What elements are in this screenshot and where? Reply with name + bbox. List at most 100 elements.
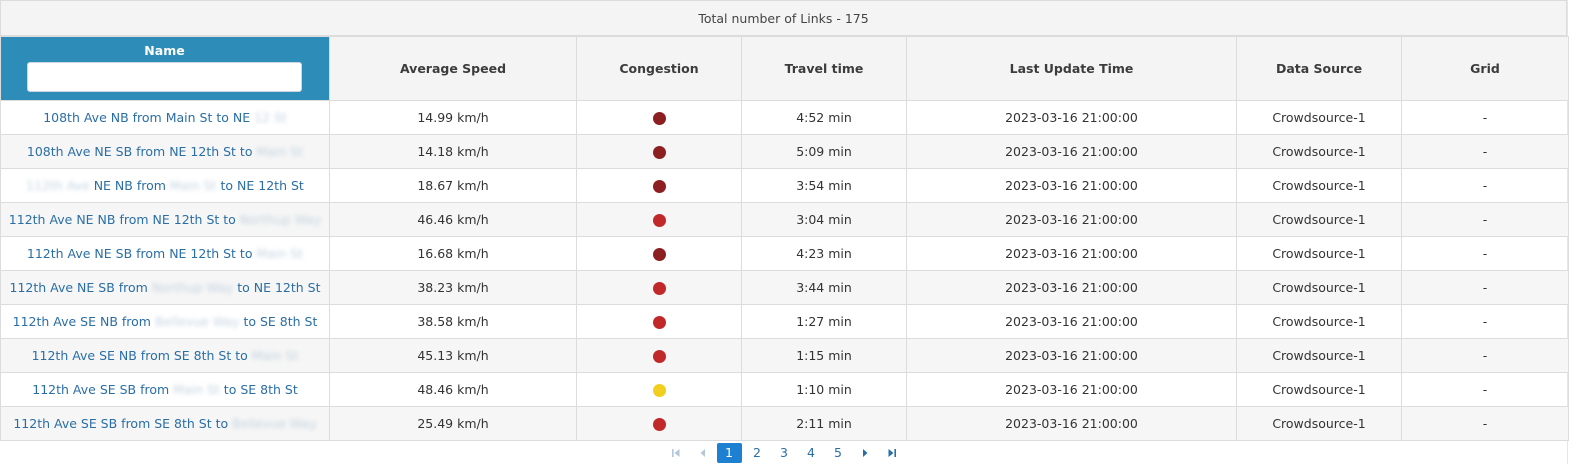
last-page-icon[interactable]	[879, 443, 906, 463]
last-update-time-cell: 2023-03-16 21:00:00	[906, 304, 1237, 339]
average-speed-cell: 16.68 km/h	[329, 236, 577, 271]
congestion-cell	[576, 100, 742, 135]
link-name-segment: 108th Ave NB from Main St to NE	[43, 110, 255, 125]
link-name-segment: 112th Ave NE NB from NE 12th St to	[8, 212, 240, 227]
data-source-cell: Crowdsource-1	[1236, 168, 1402, 203]
congestion-cell	[576, 202, 742, 237]
link-name-cell[interactable]: 112th Ave NE NB from Main St to NE 12th …	[0, 168, 330, 203]
data-source-cell: Crowdsource-1	[1236, 338, 1402, 373]
link-name-cell[interactable]: 112th Ave SE SB from SE 8th St to Bellev…	[0, 406, 330, 441]
link-name-cell[interactable]: 112th Ave SE NB from SE 8th St to Main S…	[0, 338, 330, 373]
page-numbers: 12345	[716, 442, 852, 463]
last-update-time-cell: 2023-03-16 21:00:00	[906, 338, 1237, 373]
average-speed-cell: 14.99 km/h	[329, 100, 577, 135]
table-row[interactable]: 112th Ave SE SB from SE 8th St to Bellev…	[0, 406, 1569, 441]
average-speed-cell: 38.58 km/h	[329, 304, 577, 339]
travel-time-cell: 4:23 min	[741, 236, 907, 271]
redacted-name-segment: Main St	[173, 382, 220, 397]
link-name-segment: 112th Ave SE SB from	[32, 382, 174, 397]
link-name-segment: to NE 12th St	[216, 178, 304, 193]
last-update-time-cell: 2023-03-16 21:00:00	[906, 406, 1237, 441]
table-row[interactable]: 112th Ave NE NB from NE 12th St to North…	[0, 202, 1569, 237]
table-row[interactable]: 112th Ave SE SB from Main St to SE 8th S…	[0, 372, 1569, 407]
redacted-name-segment: 12 St	[254, 110, 287, 125]
page-number-3[interactable]: 3	[771, 443, 798, 463]
travel-time-cell: 2:11 min	[741, 406, 907, 441]
links-panel: Total number of Links - 175 Name Average…	[0, 0, 1569, 464]
travel-time-cell: 5:09 min	[741, 134, 907, 169]
congestion-indicator-dot	[652, 350, 666, 363]
table-row[interactable]: 108th Ave NE SB from NE 12th St to Main …	[0, 134, 1569, 169]
grid-cell: -	[1401, 406, 1569, 441]
congestion-indicator-dot	[652, 248, 666, 261]
column-header-name[interactable]: Name	[0, 36, 330, 101]
table-row[interactable]: 108th Ave NB from Main St to NE 12 St 14.…	[0, 100, 1569, 135]
page-number-1[interactable]: 1	[716, 442, 742, 463]
redacted-name-segment: Bellevue Way	[232, 416, 317, 431]
average-speed-cell: 48.46 km/h	[329, 372, 577, 407]
congestion-indicator-dot	[652, 418, 666, 431]
grid-cell: -	[1401, 236, 1569, 271]
link-name-cell[interactable]: 112th Ave SE NB from Bellevue Way to SE …	[0, 304, 330, 339]
link-name-segment: 112th Ave SE NB from SE 8th St to	[31, 348, 252, 363]
travel-time-cell: 4:52 min	[741, 100, 907, 135]
redacted-name-segment: Main St	[256, 246, 304, 261]
grid-cell: -	[1401, 270, 1569, 305]
grid-cell: -	[1401, 100, 1569, 135]
total-links-summary: Total number of Links - 175	[0, 0, 1567, 36]
table-row[interactable]: 112th Ave NE SB from NE 12th St to Main …	[0, 236, 1569, 271]
congestion-cell	[576, 236, 742, 271]
links-table: Name Average Speed Congestion Travel tim…	[0, 36, 1569, 441]
redacted-name-segment: Main St	[256, 144, 304, 159]
column-header-average-speed[interactable]: Average Speed	[329, 36, 577, 101]
link-name-segment: to SE 8th St	[219, 382, 298, 397]
page-number-5[interactable]: 5	[825, 443, 852, 463]
travel-time-cell: 1:15 min	[741, 338, 907, 373]
data-source-cell: Crowdsource-1	[1236, 202, 1402, 237]
travel-time-cell: 1:10 min	[741, 372, 907, 407]
table-row[interactable]: 112th Ave NE SB from Northup Way to NE 1…	[0, 270, 1569, 305]
congestion-cell	[576, 372, 742, 407]
link-name-cell[interactable]: 112th Ave NE SB from NE 12th St to Main …	[0, 236, 330, 271]
average-speed-cell: 45.13 km/h	[329, 338, 577, 373]
grid-cell: -	[1401, 168, 1569, 203]
grid-cell: -	[1401, 304, 1569, 339]
next-page-icon[interactable]	[852, 443, 879, 463]
travel-time-cell: 3:44 min	[741, 270, 907, 305]
column-header-grid[interactable]: Grid	[1401, 36, 1569, 101]
travel-time-cell: 3:54 min	[741, 168, 907, 203]
pagination: 12345	[0, 441, 1568, 464]
link-name-cell[interactable]: 112th Ave NE SB from Northup Way to NE 1…	[0, 270, 330, 305]
average-speed-cell: 14.18 km/h	[329, 134, 577, 169]
link-name-segment: 112th Ave NE SB from	[9, 280, 152, 295]
redacted-name-segment: Main St	[169, 178, 217, 193]
link-name-cell[interactable]: 112th Ave SE SB from Main St to SE 8th S…	[0, 372, 330, 407]
name-filter-input[interactable]	[27, 62, 302, 92]
column-header-last-update-time[interactable]: Last Update Time	[906, 36, 1237, 101]
prev-page-icon[interactable]	[690, 443, 717, 463]
column-header-data-source[interactable]: Data Source	[1236, 36, 1402, 101]
congestion-cell	[576, 168, 742, 203]
table-row[interactable]: 112th Ave NE NB from Main St to NE 12th …	[0, 168, 1569, 203]
table-row[interactable]: 112th Ave SE NB from Bellevue Way to SE …	[0, 304, 1569, 339]
congestion-cell	[576, 338, 742, 373]
grid-cell: -	[1401, 202, 1569, 237]
last-update-time-cell: 2023-03-16 21:00:00	[906, 372, 1237, 407]
table-row[interactable]: 112th Ave SE NB from SE 8th St to Main S…	[0, 338, 1569, 373]
total-links-text: Total number of Links - 175	[698, 10, 869, 26]
page-number-2[interactable]: 2	[744, 443, 771, 463]
column-header-travel-time[interactable]: Travel time	[741, 36, 907, 101]
link-name-cell[interactable]: 108th Ave NE SB from NE 12th St to Main …	[0, 134, 330, 169]
link-name-cell[interactable]: 112th Ave NE NB from NE 12th St to North…	[0, 202, 330, 237]
congestion-indicator-dot	[652, 112, 666, 125]
link-name-cell[interactable]: 108th Ave NB from Main St to NE 12 St	[0, 100, 330, 135]
last-update-time-cell: 2023-03-16 21:00:00	[906, 202, 1237, 237]
last-update-time-cell: 2023-03-16 21:00:00	[906, 134, 1237, 169]
redacted-name-segment: Main St	[251, 348, 299, 363]
column-header-congestion[interactable]: Congestion	[576, 36, 742, 101]
link-name-segment: 112th Ave SE SB from SE 8th St to	[13, 416, 233, 431]
congestion-cell	[576, 270, 742, 305]
column-header-name-label: Name	[144, 43, 185, 58]
first-page-icon[interactable]	[663, 443, 690, 463]
page-number-4[interactable]: 4	[798, 443, 825, 463]
